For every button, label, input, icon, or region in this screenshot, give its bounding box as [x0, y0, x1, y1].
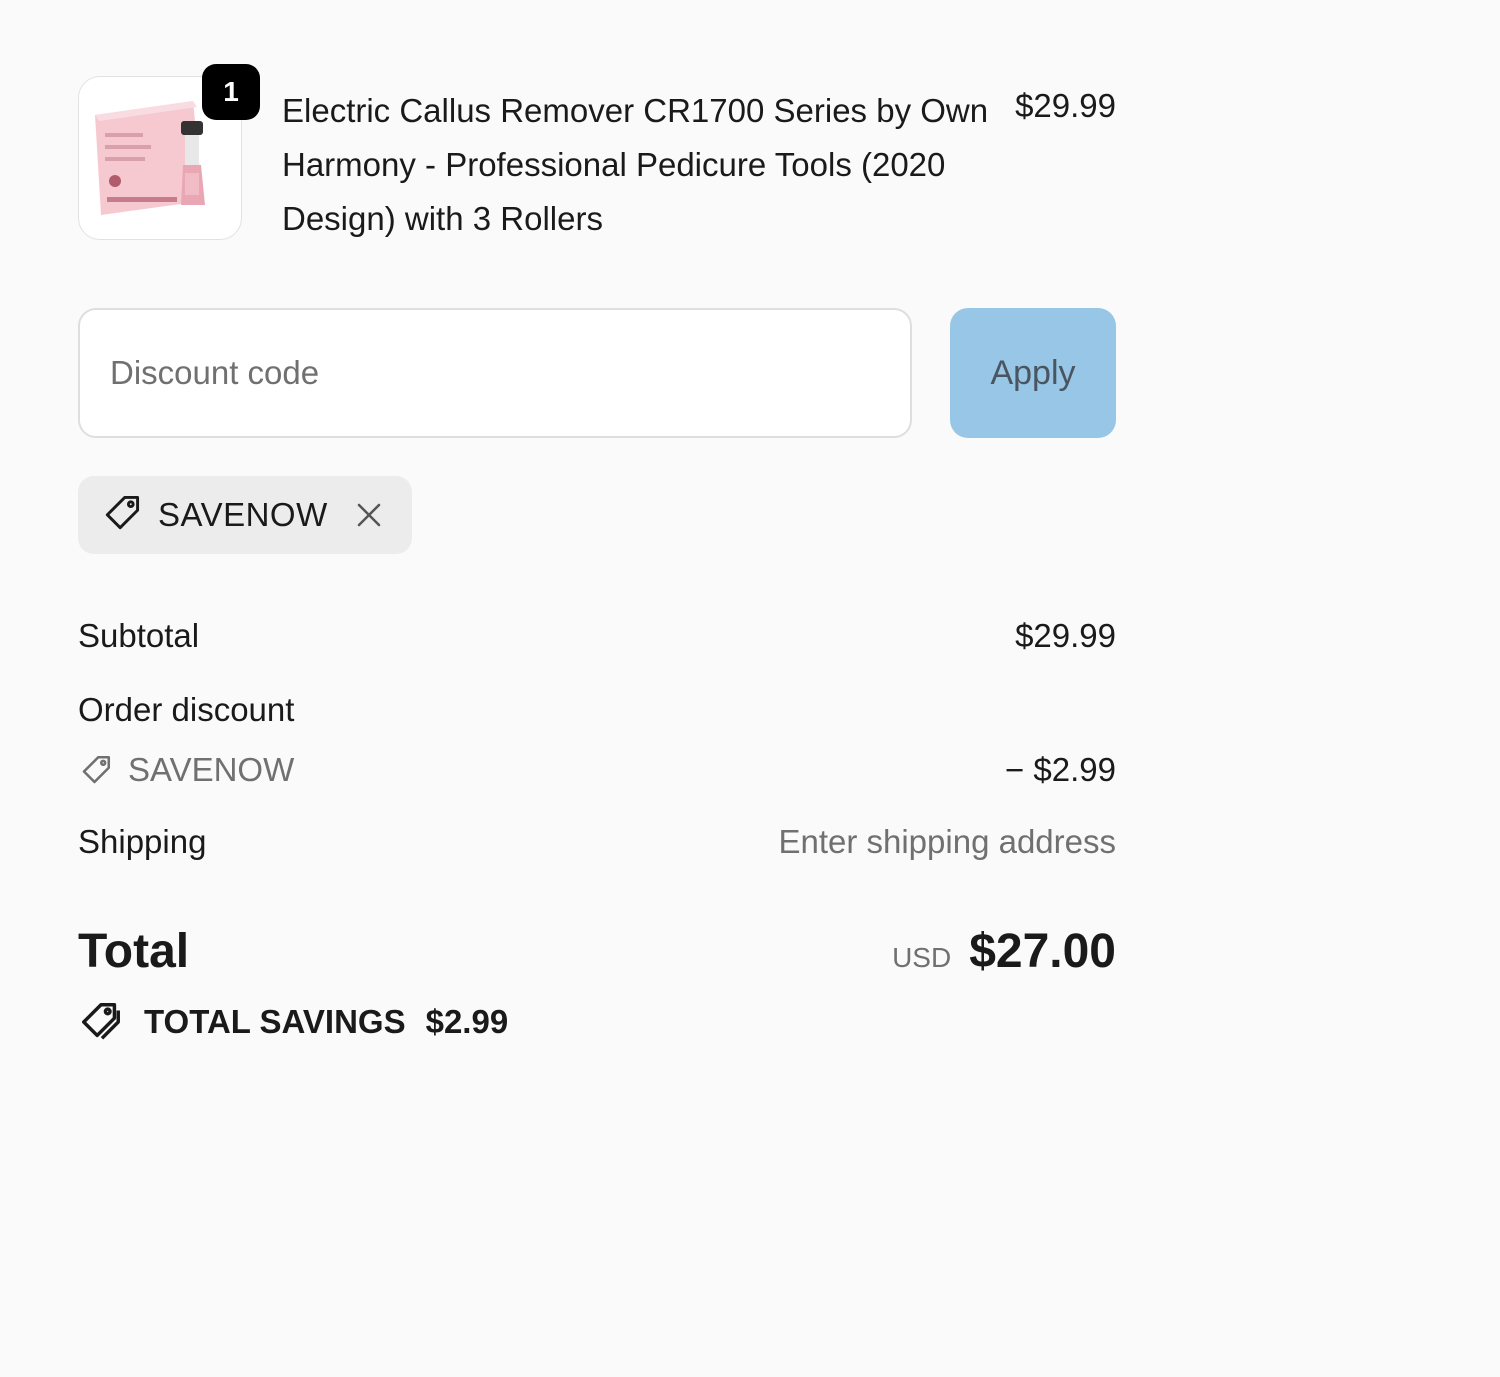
subtotal-row: Subtotal $29.99: [78, 614, 1116, 658]
total-savings-label: TOTAL SAVINGS: [144, 1003, 406, 1040]
subtotal-label: Subtotal: [78, 617, 200, 654]
savings-tag-icon: [82, 1003, 120, 1040]
totals-section: Subtotal $29.99 Order discount SAVENOW −…: [78, 614, 1116, 1045]
tag-icon: [82, 755, 111, 784]
total-amount: $27.00: [969, 925, 1116, 978]
shipping-value: Enter shipping address: [778, 823, 1116, 860]
remove-discount-close-icon[interactable]: [352, 498, 386, 532]
order-discount-label: Order discount: [78, 691, 295, 728]
line-item: 1 Electric Callus Remover CR1700 Series …: [78, 64, 1116, 244]
discount-form: Apply: [78, 308, 1116, 438]
total-row: Total USD $27.00: [78, 924, 1116, 979]
order-summary: 1 Electric Callus Remover CR1700 Series …: [78, 64, 1116, 1045]
tag-icon: [100, 491, 144, 540]
currency-code: USD: [892, 942, 952, 973]
quantity-badge: 1: [202, 64, 260, 120]
total-amount-wrapper: USD $27.00: [892, 924, 1116, 979]
total-savings-value: $2.99: [425, 1003, 509, 1040]
shipping-label: Shipping: [78, 823, 207, 860]
order-discount-code: SAVENOW: [78, 751, 294, 789]
product-price: $29.99: [1015, 87, 1116, 124]
total-savings-row: TOTAL SAVINGS $2.99: [78, 999, 1116, 1045]
order-discount-row: Order discount: [78, 688, 1116, 732]
total-label: Total: [78, 925, 190, 978]
order-discount-value: − $2.99: [1004, 751, 1116, 788]
product-thumbnail-wrapper: 1: [78, 64, 260, 242]
product-title: Electric Callus Remover CR1700 Series by…: [282, 92, 989, 237]
order-discount-code-label: SAVENOW: [128, 751, 295, 788]
shipping-row: Shipping Enter shipping address: [78, 820, 1116, 864]
applied-discount-chip: SAVENOW: [78, 476, 412, 554]
order-discount-code-row: SAVENOW − $2.99: [78, 748, 1116, 792]
apply-button[interactable]: Apply: [950, 308, 1116, 438]
discount-code-input[interactable]: [78, 308, 912, 438]
applied-discount-code: SAVENOW: [158, 496, 328, 533]
subtotal-value: $29.99: [1015, 617, 1116, 654]
